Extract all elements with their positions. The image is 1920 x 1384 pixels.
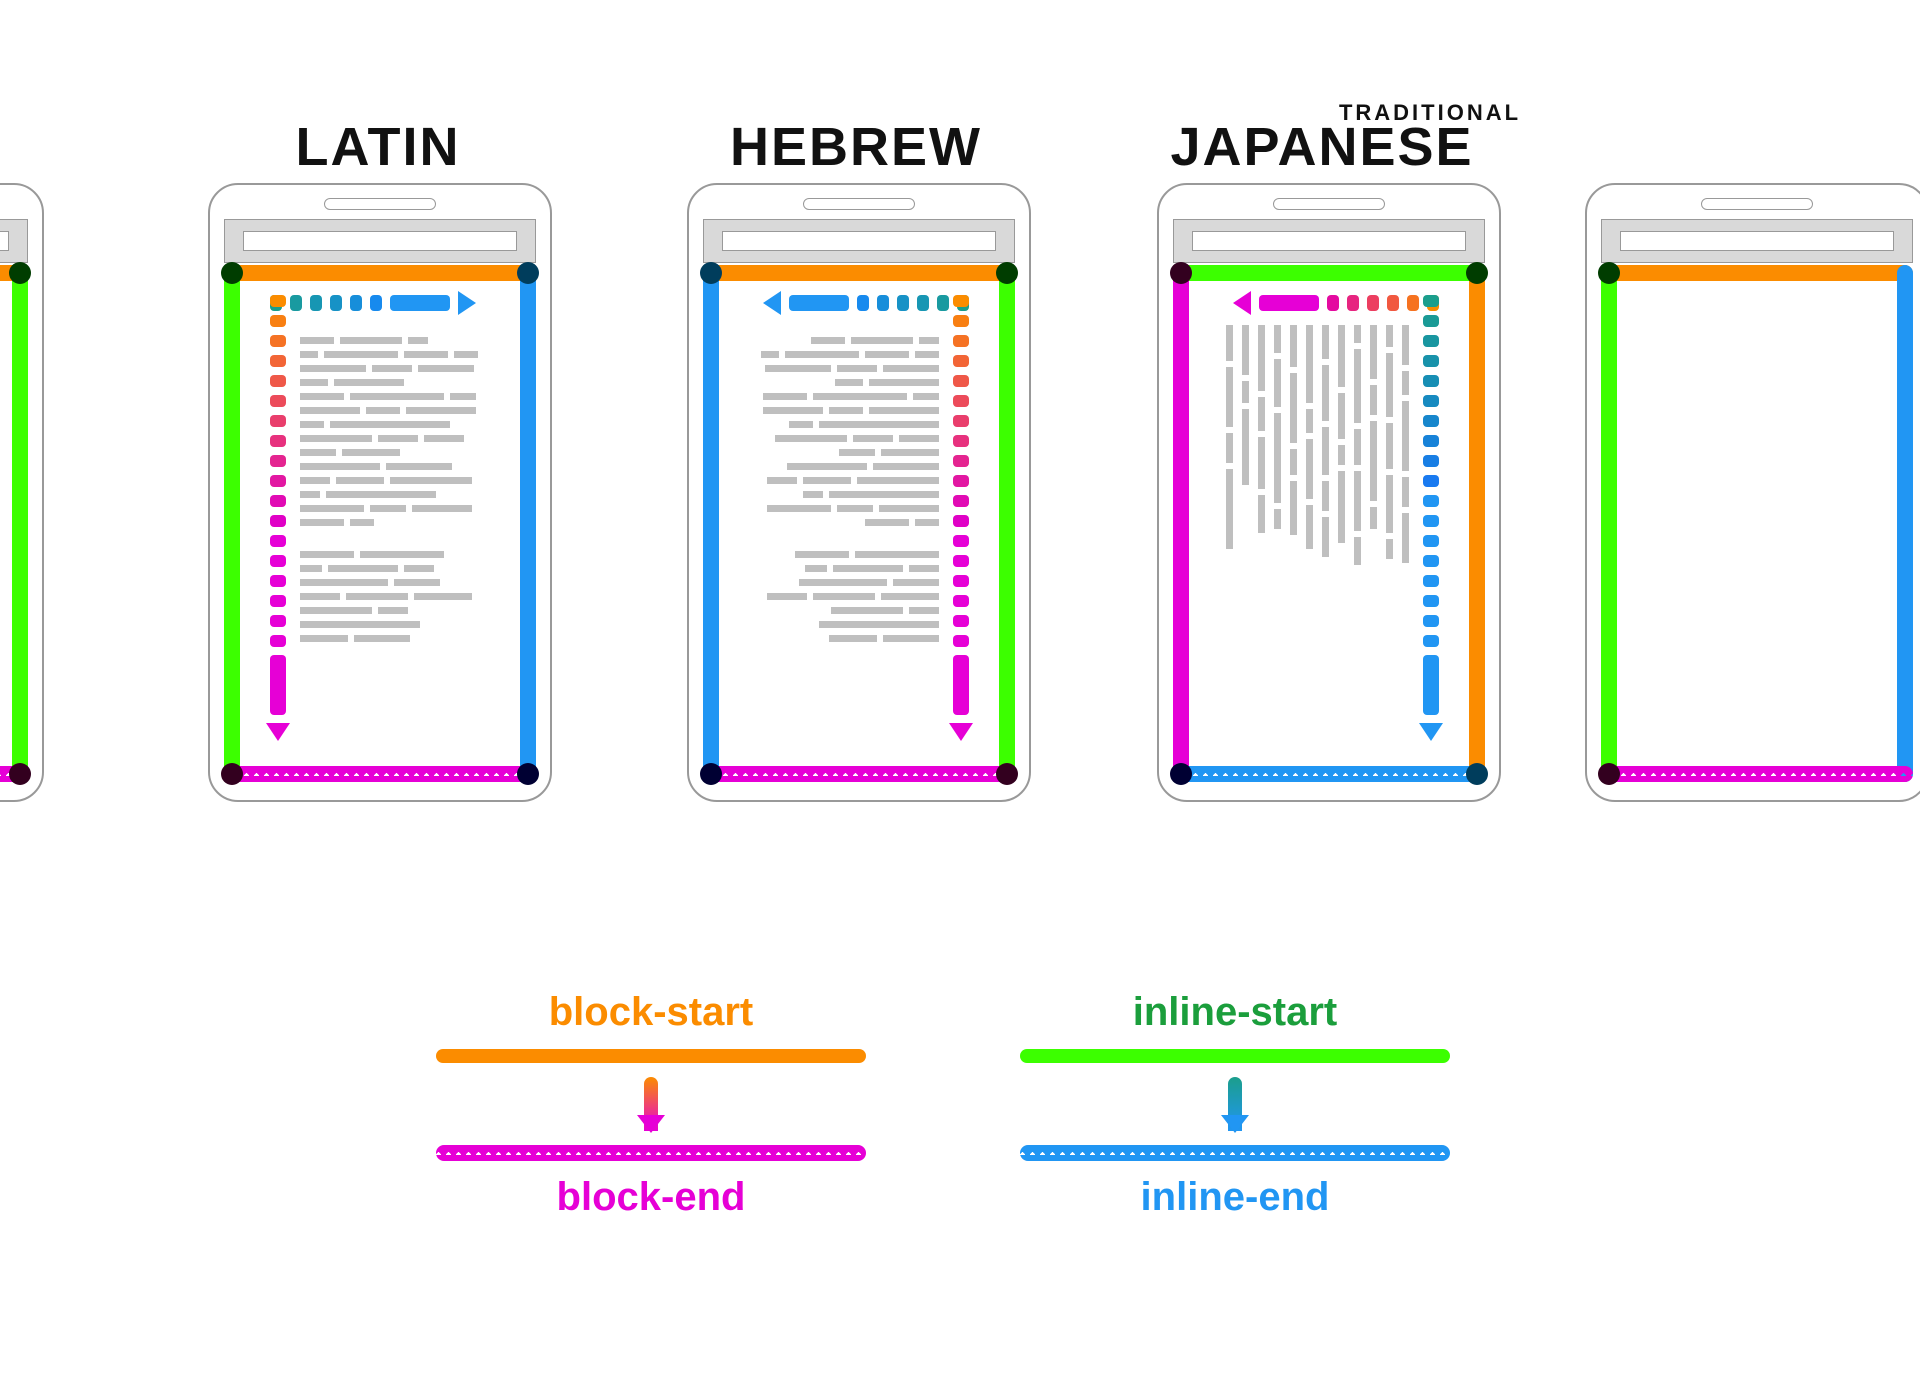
browser-chrome [1601,219,1913,263]
corner-dot [1170,763,1192,785]
legend-block: block-start block-end [436,990,866,1220]
label-japanese-sub: TRADITIONAL [1339,100,1521,126]
direction-inline [1423,295,1439,741]
url-bar [722,231,997,251]
label-inline-start: inline-start [1020,990,1450,1035]
legend-arrow [436,1077,866,1131]
browser-chrome [224,219,536,263]
edge-inline-start [224,265,240,782]
legend-bar-block-end [436,1145,866,1161]
direction-inline [270,295,476,311]
panel-hebrew [687,183,1031,802]
edge-inline-start [999,265,1015,782]
url-bar [243,231,518,251]
phone-speaker [803,198,915,210]
phone-speaker [1273,198,1385,210]
phone-speaker [1701,198,1813,210]
phone-speaker [324,198,436,210]
corner-dot [1466,262,1488,284]
phone-screen [224,261,536,786]
label-latin: LATIN [296,116,461,178]
edge-block-start [703,265,1015,281]
panel-edge-right [1585,183,1920,802]
url-bar [1620,231,1895,251]
edge-block-end [703,766,1015,782]
legend-bar-inline-end [1020,1145,1450,1161]
edge-inline-end [520,265,536,782]
edge-inline-end [703,265,719,782]
legend-arrow [1020,1077,1450,1131]
direction-block [270,295,286,741]
edge-block-end [1173,265,1189,782]
label-hebrew: HEBREW [730,116,982,178]
corner-dot [221,262,243,284]
panel-latin [208,183,552,802]
corner-dot [996,763,1018,785]
label-block-end: block-end [436,1175,866,1220]
panel-japanese [1157,183,1501,802]
corner-dot [517,262,539,284]
url-bar [0,231,9,251]
legend-inline: inline-start inline-end [1020,990,1450,1220]
corner-dot [221,763,243,785]
direction-block [953,295,969,741]
edge-inline-start [1173,265,1485,281]
phone-screen [703,261,1015,786]
edge-inline-end [1173,766,1485,782]
corner-dot [1466,763,1488,785]
corner-dot [1170,262,1192,284]
browser-chrome [1173,219,1485,263]
direction-inline [763,295,969,311]
corner-dot [517,763,539,785]
label-inline-end: inline-end [1020,1175,1450,1220]
corner-dot [700,763,722,785]
browser-chrome [0,219,28,263]
phone-screen [0,261,28,786]
corner-dot [996,262,1018,284]
legend-bar-inline-start [1020,1049,1450,1063]
panel-edge-left [0,183,44,802]
label-block-start: block-start [436,990,866,1035]
edge-block-start [224,265,536,281]
url-bar [1192,231,1467,251]
edge-block-end [224,766,536,782]
diagram-root: LATIN HEBREW JAPANESE TRADITIONAL [0,0,1920,1384]
corner-dot [700,262,722,284]
edge-block-start [1469,265,1485,782]
browser-chrome [703,219,1015,263]
direction-block [1233,295,1439,311]
phone-screen [1601,261,1913,786]
phone-screen [1173,261,1485,786]
legend-bar-block-start [436,1049,866,1063]
